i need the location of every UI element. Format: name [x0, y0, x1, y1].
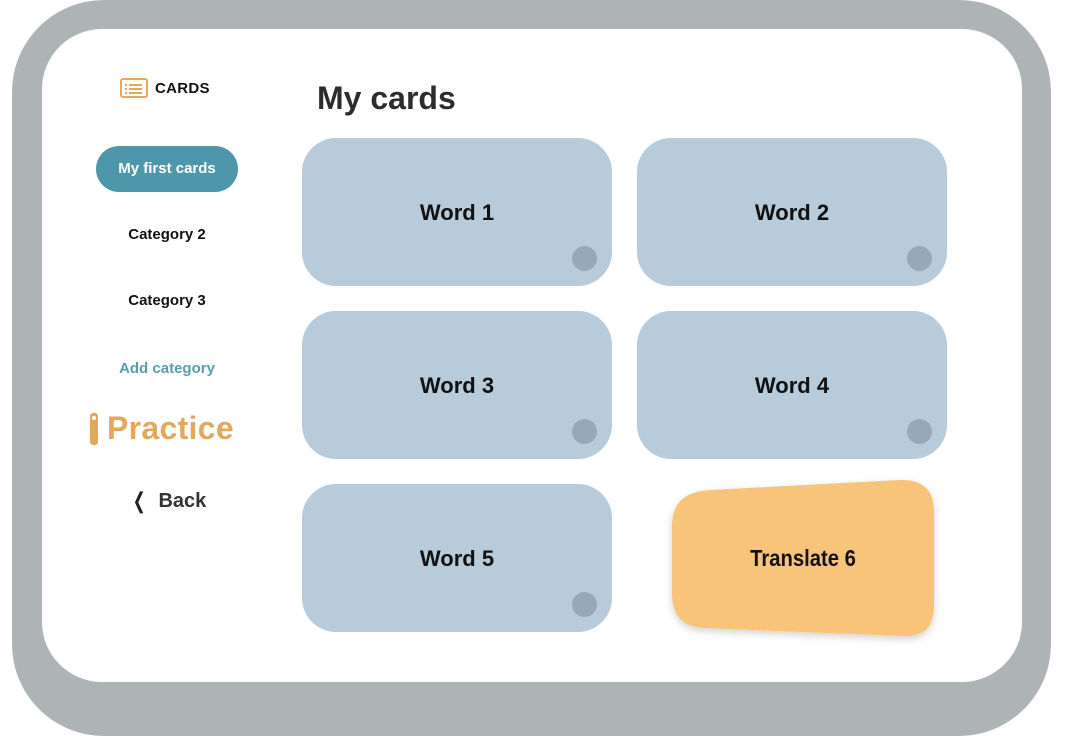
- card-label: Word 1: [419, 200, 495, 225]
- card-label: Word 4: [754, 373, 830, 398]
- page-title: My cards: [317, 80, 456, 116]
- word-card[interactable]: Word 4: [637, 311, 947, 459]
- add-category-link[interactable]: Add category: [96, 360, 238, 377]
- flipped-card-label: Translate 6: [750, 545, 856, 571]
- card-flip-toggle[interactable]: [907, 419, 932, 444]
- card-label: Word 2: [754, 200, 830, 225]
- practice-button[interactable]: Practice: [90, 410, 234, 447]
- sidebar-item-category-2[interactable]: Category 2: [96, 226, 238, 243]
- sidebar-item-my-first-cards[interactable]: My first cards: [96, 146, 238, 192]
- card-flip-toggle[interactable]: [572, 592, 597, 617]
- card-label: Word 5: [419, 546, 495, 571]
- chevron-left-icon: ❮: [132, 488, 146, 513]
- app-name: CARDS: [155, 79, 210, 97]
- practice-label: Practice: [107, 410, 234, 446]
- word-card[interactable]: Word 1: [302, 138, 612, 286]
- sidebar-item-category-3[interactable]: Category 3: [96, 292, 238, 309]
- card-flip-toggle[interactable]: [572, 419, 597, 444]
- word-card[interactable]: Word 2: [637, 138, 947, 286]
- card-flip-toggle[interactable]: [572, 246, 597, 271]
- list-card-icon: [120, 78, 148, 98]
- back-button[interactable]: ❮ Back: [130, 488, 206, 514]
- word-card[interactable]: Word 5: [302, 484, 612, 632]
- back-label: Back: [158, 489, 207, 512]
- pencil-icon: [90, 412, 98, 445]
- card-flip-toggle[interactable]: [907, 246, 932, 271]
- word-card[interactable]: Word 3: [302, 311, 612, 459]
- app-logo: CARDS: [120, 78, 210, 98]
- card-label: Word 3: [419, 373, 495, 398]
